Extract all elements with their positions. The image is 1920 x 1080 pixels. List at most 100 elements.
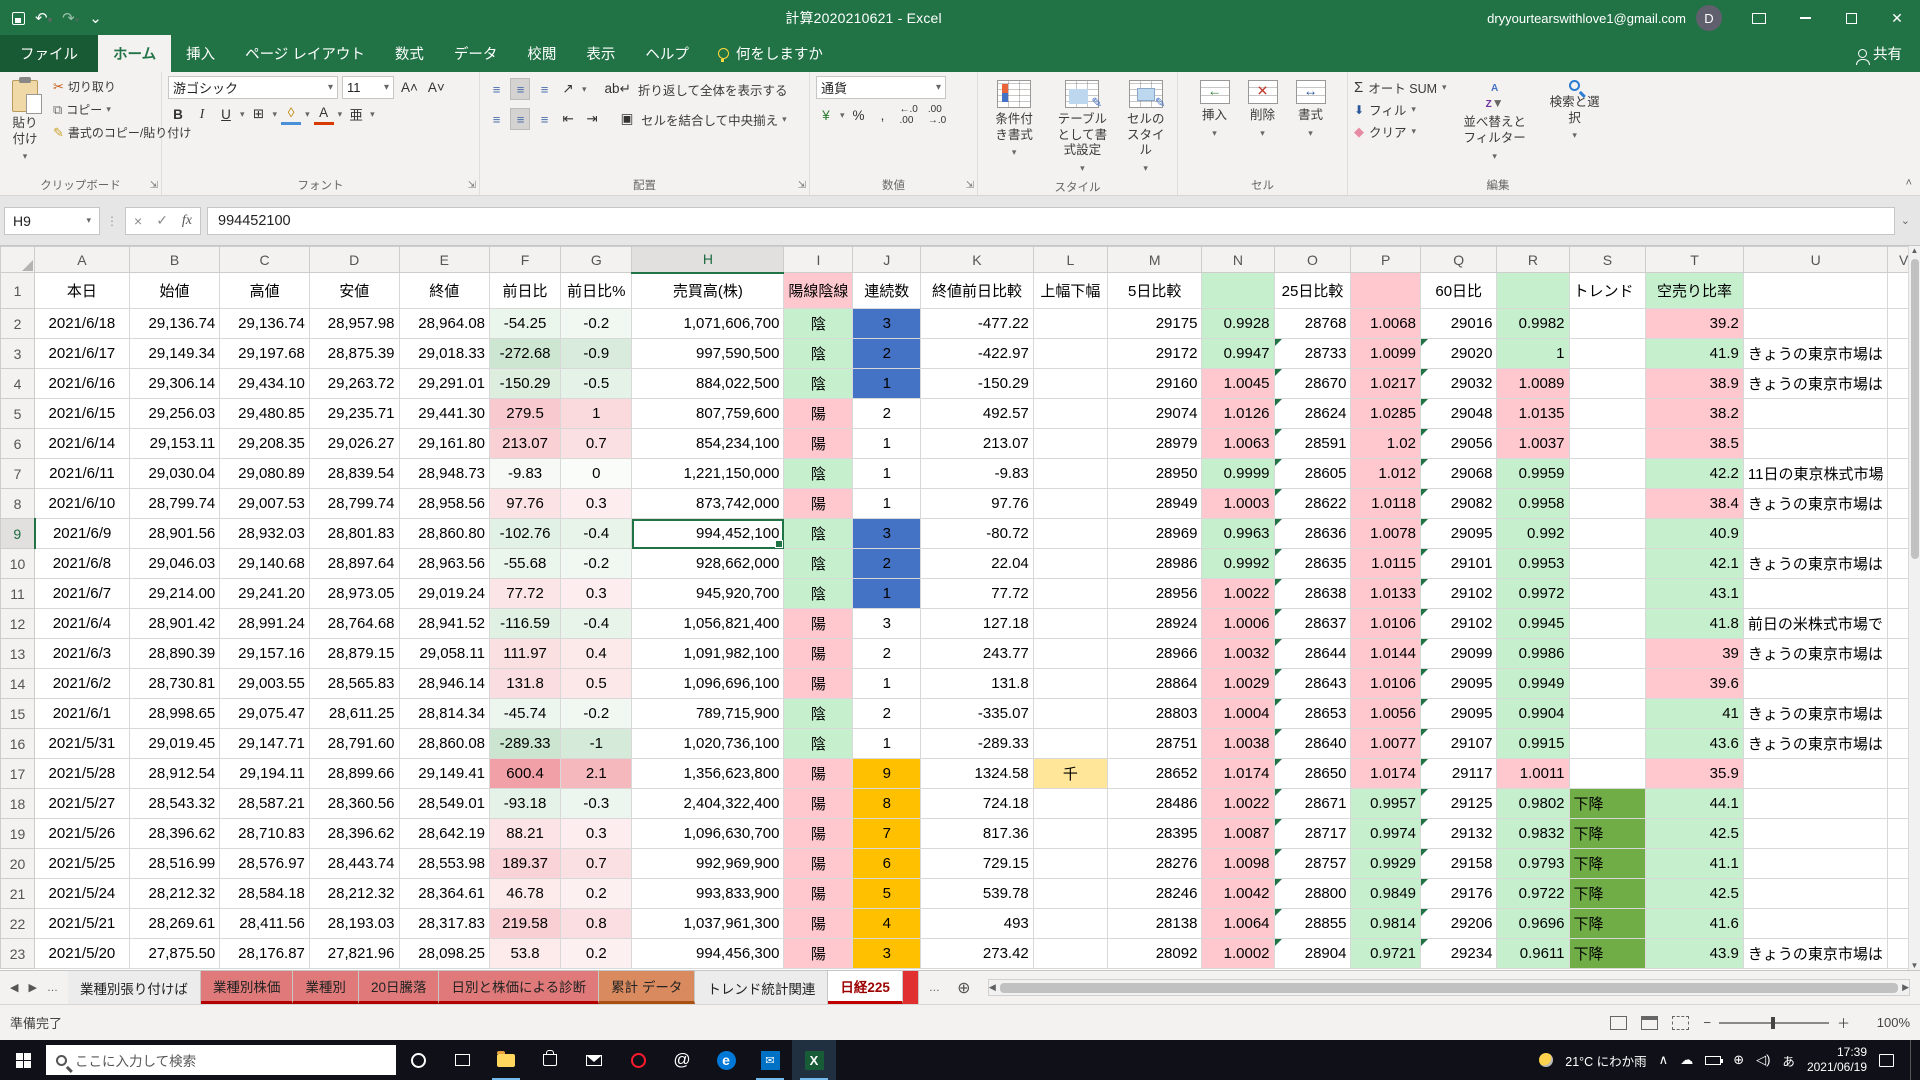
- cell-O14[interactable]: 28643: [1274, 669, 1351, 699]
- cell-I7[interactable]: 陰: [784, 459, 853, 489]
- cell-S13[interactable]: [1569, 639, 1646, 669]
- cell-R5[interactable]: 1.0135: [1497, 399, 1569, 429]
- cell-C4[interactable]: 29,434.10: [220, 369, 310, 399]
- delete-cells-button[interactable]: ✕ 削除▾: [1242, 76, 1284, 143]
- cell-I4[interactable]: 陰: [784, 369, 853, 399]
- cell-R4[interactable]: 1.0089: [1497, 369, 1569, 399]
- page-layout-view-icon[interactable]: [1641, 1016, 1658, 1030]
- cell-D18[interactable]: 28,360.56: [309, 789, 399, 819]
- column-header-K[interactable]: K: [921, 247, 1034, 273]
- cell-M9[interactable]: 28969: [1107, 519, 1202, 549]
- cell-I18[interactable]: 陽: [784, 789, 853, 819]
- cell-H6[interactable]: 854,234,100: [632, 429, 784, 459]
- format-as-table-button[interactable]: ✎ テーブルとして書式設定▾: [1050, 76, 1114, 178]
- tab-file[interactable]: ファイル: [0, 35, 98, 72]
- cell-B3[interactable]: 29,149.34: [129, 339, 219, 369]
- cell-A7[interactable]: 2021/6/11: [35, 459, 130, 489]
- cell-N20[interactable]: 1.0098: [1202, 849, 1274, 879]
- column-header-S[interactable]: S: [1569, 247, 1646, 273]
- cell-E20[interactable]: 28,553.98: [399, 849, 489, 879]
- row-header-2[interactable]: 2: [1, 309, 35, 339]
- cell-F1[interactable]: 前日比: [490, 273, 561, 309]
- cell-O2[interactable]: 28768: [1274, 309, 1351, 339]
- cell-K2[interactable]: -477.22: [921, 309, 1034, 339]
- cell-K16[interactable]: -289.33: [921, 729, 1034, 759]
- column-header-J[interactable]: J: [853, 247, 921, 273]
- cell-F12[interactable]: -116.59: [490, 609, 561, 639]
- excel-taskbar-icon[interactable]: X: [792, 1040, 836, 1080]
- cell-K18[interactable]: 724.18: [921, 789, 1034, 819]
- cell-I6[interactable]: 陽: [784, 429, 853, 459]
- cell-R8[interactable]: 0.9958: [1497, 489, 1569, 519]
- horizontal-scrollbar[interactable]: ◀ ▶: [988, 979, 1910, 996]
- cell-K3[interactable]: -422.97: [921, 339, 1034, 369]
- cell-E10[interactable]: 28,963.56: [399, 549, 489, 579]
- cell-H12[interactable]: 1,056,821,400: [632, 609, 784, 639]
- cell-Q15[interactable]: 29095: [1420, 699, 1496, 729]
- cell-Q23[interactable]: 29234: [1420, 939, 1496, 969]
- cell-E17[interactable]: 29,149.41: [399, 759, 489, 789]
- cell-A21[interactable]: 2021/5/24: [35, 879, 130, 909]
- cell-L18[interactable]: [1033, 789, 1107, 819]
- cell-O22[interactable]: 28855: [1274, 909, 1351, 939]
- cell-J8[interactable]: 1: [853, 489, 921, 519]
- cell-J17[interactable]: 9: [853, 759, 921, 789]
- row-header-9[interactable]: 9: [1, 519, 35, 549]
- cell-S20[interactable]: 下降: [1569, 849, 1646, 879]
- scroll-up-icon[interactable]: ▲: [1911, 246, 1919, 255]
- cell-O3[interactable]: 28733: [1274, 339, 1351, 369]
- column-header-G[interactable]: G: [561, 247, 632, 273]
- cell-H8[interactable]: 873,742,000: [632, 489, 784, 519]
- cell-S5[interactable]: [1569, 399, 1646, 429]
- row-header-18[interactable]: 18: [1, 789, 35, 819]
- cell-B7[interactable]: 29,030.04: [129, 459, 219, 489]
- cell-T14[interactable]: 39.6: [1646, 669, 1744, 699]
- cell-M10[interactable]: 28986: [1107, 549, 1202, 579]
- cell-G10[interactable]: -0.2: [561, 549, 632, 579]
- cell-D17[interactable]: 28,899.66: [309, 759, 399, 789]
- cell-C5[interactable]: 29,480.85: [220, 399, 310, 429]
- cell-D22[interactable]: 28,193.03: [309, 909, 399, 939]
- cell-Q13[interactable]: 29099: [1420, 639, 1496, 669]
- expand-formula-bar-icon[interactable]: ⌄: [1901, 214, 1916, 227]
- cell-E14[interactable]: 28,946.14: [399, 669, 489, 699]
- cell-N1[interactable]: [1202, 273, 1274, 309]
- insert-cells-button[interactable]: ← 挿入▾: [1194, 76, 1236, 143]
- cell-E12[interactable]: 28,941.52: [399, 609, 489, 639]
- cell-H22[interactable]: 1,037,961,300: [632, 909, 784, 939]
- cell-R12[interactable]: 0.9945: [1497, 609, 1569, 639]
- cell-G20[interactable]: 0.7: [561, 849, 632, 879]
- cell-D21[interactable]: 28,212.32: [309, 879, 399, 909]
- cell-M11[interactable]: 28956: [1107, 579, 1202, 609]
- cell-B19[interactable]: 28,396.62: [129, 819, 219, 849]
- cell-P7[interactable]: 1.012: [1351, 459, 1421, 489]
- cell-M6[interactable]: 28979: [1107, 429, 1202, 459]
- cell-F14[interactable]: 131.8: [490, 669, 561, 699]
- cortana-icon[interactable]: [396, 1040, 440, 1080]
- clear-button[interactable]: ◆クリア ▾: [1354, 122, 1447, 141]
- cell-P6[interactable]: 1.02: [1351, 429, 1421, 459]
- cell-S23[interactable]: 下降: [1569, 939, 1646, 969]
- cell-L20[interactable]: [1033, 849, 1107, 879]
- cell-J15[interactable]: 2: [853, 699, 921, 729]
- insert-function-icon[interactable]: fx: [182, 213, 192, 229]
- cell-O9[interactable]: 28636: [1274, 519, 1351, 549]
- minimize-button[interactable]: [1782, 0, 1828, 36]
- collapse-ribbon-icon[interactable]: ˄: [1906, 177, 1912, 189]
- cell-C23[interactable]: 28,176.87: [220, 939, 310, 969]
- cell-T15[interactable]: 41: [1646, 699, 1744, 729]
- column-header-A[interactable]: A: [35, 247, 130, 273]
- cell-U22[interactable]: [1743, 909, 1888, 939]
- cell-J13[interactable]: 2: [853, 639, 921, 669]
- cell-G5[interactable]: 1: [561, 399, 632, 429]
- cell-P8[interactable]: 1.0118: [1351, 489, 1421, 519]
- cell-S21[interactable]: 下降: [1569, 879, 1646, 909]
- cell-O10[interactable]: 28635: [1274, 549, 1351, 579]
- cell-L16[interactable]: [1033, 729, 1107, 759]
- cell-U4[interactable]: きょうの東京市場は: [1743, 369, 1888, 399]
- cell-G11[interactable]: 0.3: [561, 579, 632, 609]
- row-header-20[interactable]: 20: [1, 849, 35, 879]
- row-header-22[interactable]: 22: [1, 909, 35, 939]
- cell-E1[interactable]: 終値: [399, 273, 489, 309]
- align-bottom-icon[interactable]: ≡: [534, 78, 554, 100]
